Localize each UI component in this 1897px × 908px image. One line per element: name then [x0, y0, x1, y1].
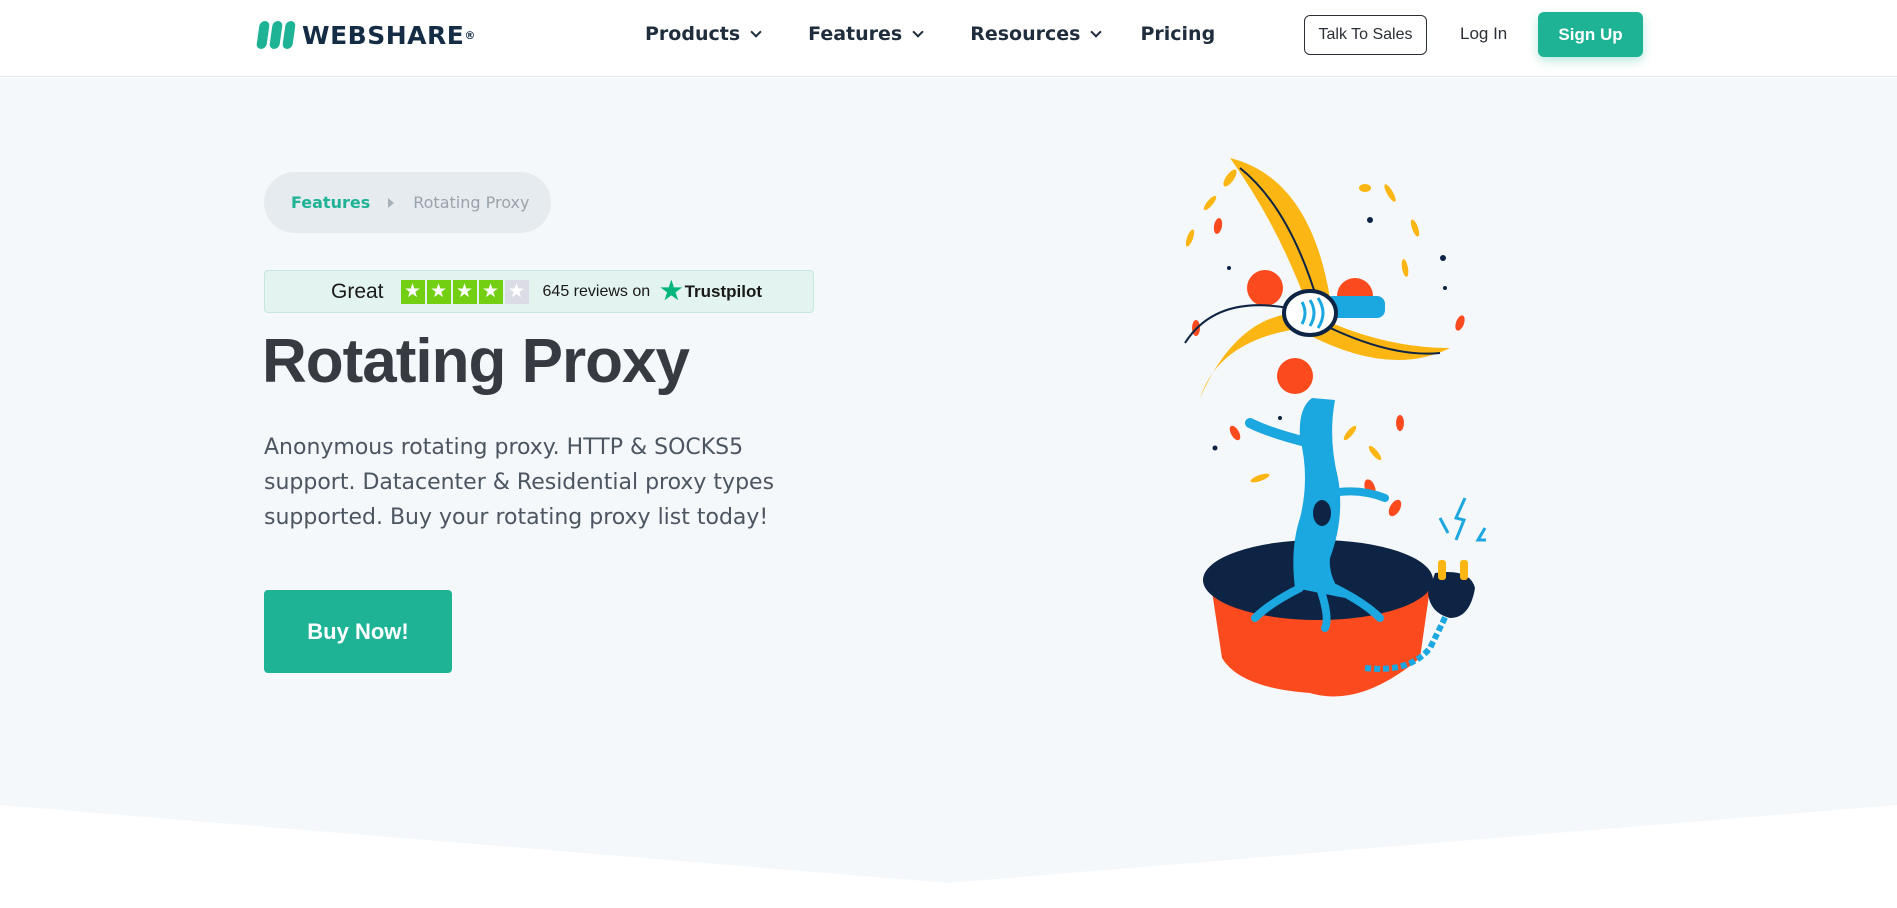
- chevron-down-icon: [750, 26, 762, 38]
- logo-mark-icon: [256, 21, 296, 49]
- star-icon: ★: [426, 279, 451, 304]
- trustpilot-logo: ★ Trustpilot: [660, 279, 762, 304]
- nav-pricing-label: Pricing: [1140, 23, 1216, 45]
- breadcrumb-separator-icon: [388, 197, 395, 208]
- nav-resources[interactable]: Resources: [970, 23, 1103, 45]
- login-link[interactable]: Log In: [1460, 24, 1507, 44]
- trustpilot-rating-word: Great: [331, 279, 384, 303]
- trustpilot-brand: Trustpilot: [684, 281, 763, 301]
- breadcrumb-features-link[interactable]: Features: [291, 193, 370, 212]
- site-header: WEBSHARE ® Products Features Resources Pr…: [0, 0, 1897, 77]
- hero-description: Anonymous rotating proxy. HTTP & SOCKS5 …: [264, 435, 775, 530]
- webshare-logo[interactable]: WEBSHARE ®: [256, 20, 476, 50]
- nav-products[interactable]: Products: [645, 23, 762, 45]
- buy-now-button[interactable]: Buy Now!: [264, 590, 452, 673]
- breadcrumb-current: Rotating Proxy: [413, 193, 530, 212]
- nav-features[interactable]: Features: [808, 23, 924, 45]
- nav-pricing[interactable]: Pricing: [1140, 23, 1215, 45]
- nav-features-label: Features: [808, 23, 903, 45]
- trustpilot-stars: ★ ★ ★ ★ ★: [400, 279, 529, 304]
- trustpilot-star-icon: ★: [660, 277, 683, 305]
- star-icon: ★: [452, 279, 477, 304]
- trustpilot-widget[interactable]: Great ★ ★ ★ ★ ★ 645 reviews on ★ Trustpi…: [264, 270, 814, 313]
- star-empty-icon: ★: [504, 279, 529, 304]
- logo-text: WEBSHARE: [302, 20, 465, 50]
- chevron-down-icon: [1090, 26, 1103, 38]
- nav-products-label: Products: [645, 23, 741, 45]
- nav-resources-label: Resources: [970, 23, 1081, 45]
- star-icon: ★: [400, 279, 425, 304]
- chevron-down-icon: [912, 26, 924, 38]
- page-title: Rotating Proxy: [262, 327, 690, 396]
- breadcrumb: Features Rotating Proxy: [264, 172, 551, 233]
- signup-button[interactable]: Sign Up: [1538, 12, 1643, 57]
- talk-to-sales-button[interactable]: Talk To Sales: [1304, 15, 1427, 55]
- logo-registered-mark: ®: [464, 28, 476, 42]
- star-icon: ★: [478, 279, 503, 304]
- main-nav: Products Features Resources Pricing: [645, 0, 1263, 68]
- trustpilot-reviews-text: 645 reviews on: [542, 282, 651, 300]
- windmill-plant-illustration: [1184, 158, 1487, 697]
